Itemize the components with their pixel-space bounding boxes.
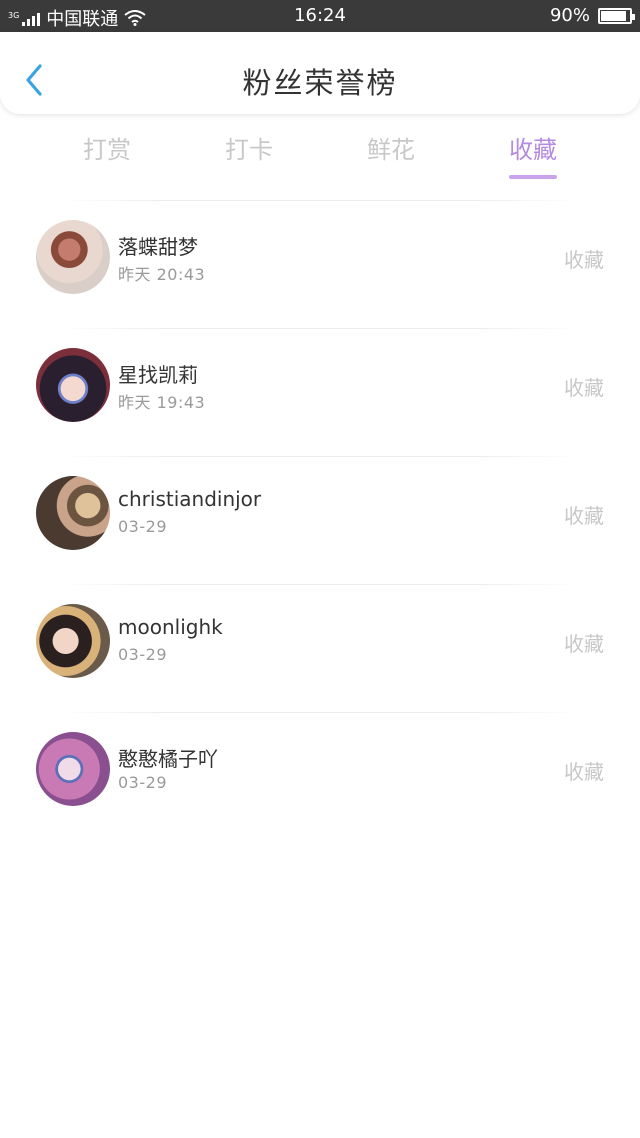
tab-checkin[interactable]: 打卡 — [189, 130, 309, 165]
fan-name: 憨憨橘子吖 — [118, 747, 218, 771]
action-label: 收藏 — [564, 632, 604, 656]
tab-label: 打赏 — [83, 136, 131, 164]
fan-time: 03-29 — [118, 773, 167, 792]
tab-label: 打卡 — [225, 136, 273, 164]
list-item[interactable]: christiandinjor 03-29 收藏 — [0, 457, 640, 584]
fan-time: 03-29 — [118, 645, 167, 664]
fan-name: christiandinjor — [118, 487, 262, 511]
fan-name: 落蝶甜梦 — [118, 235, 198, 259]
avatar[interactable] — [36, 604, 110, 678]
battery-icon — [598, 7, 635, 24]
status-right: 90% — [549, 5, 635, 26]
action-label: 收藏 — [564, 760, 604, 784]
action-label: 收藏 — [564, 504, 604, 528]
avatar[interactable] — [36, 348, 110, 422]
avatar[interactable] — [36, 732, 110, 806]
fan-list: 落蝶甜梦 昨天 20:43 收藏 星找凯莉 昨天 19:43 收藏 christ… — [0, 200, 640, 840]
fan-time: 昨天 20:43 — [118, 265, 206, 284]
list-item[interactable]: 憨憨橘子吖 03-29 收藏 — [0, 713, 640, 840]
fan-time: 昨天 19:43 — [118, 393, 206, 412]
tab-bar: 打赏 打卡 鲜花 收藏 — [0, 130, 640, 180]
tab-label: 收藏 — [509, 136, 557, 164]
list-item[interactable]: 星找凯莉 昨天 19:43 收藏 — [0, 329, 640, 456]
tab-flowers[interactable]: 鲜花 — [331, 130, 451, 165]
battery-percent: 90% — [549, 5, 590, 26]
action-label: 收藏 — [564, 248, 604, 272]
page-title: 粉丝荣誉榜 — [242, 66, 398, 100]
tab-underline — [509, 175, 557, 179]
battery-fill — [601, 10, 627, 21]
fan-name: moonlighk — [118, 615, 223, 639]
tab-favorites[interactable]: 收藏 — [473, 130, 593, 179]
fan-name: 星找凯莉 — [118, 363, 198, 387]
list-item[interactable]: moonlighk 03-29 收藏 — [0, 585, 640, 712]
action-label: 收藏 — [564, 376, 604, 400]
list-item[interactable]: 落蝶甜梦 昨天 20:43 收藏 — [0, 201, 640, 328]
tab-label: 鲜花 — [367, 136, 415, 164]
fan-time: 03-29 — [118, 517, 167, 536]
header: 粉丝荣誉榜 — [0, 32, 640, 114]
tab-reward[interactable]: 打赏 — [47, 130, 167, 165]
status-bar: 3G 中国联通 16:24 90% — [0, 0, 640, 32]
avatar[interactable] — [36, 220, 110, 294]
status-time: 16:24 — [294, 5, 346, 26]
avatar[interactable] — [36, 476, 110, 550]
